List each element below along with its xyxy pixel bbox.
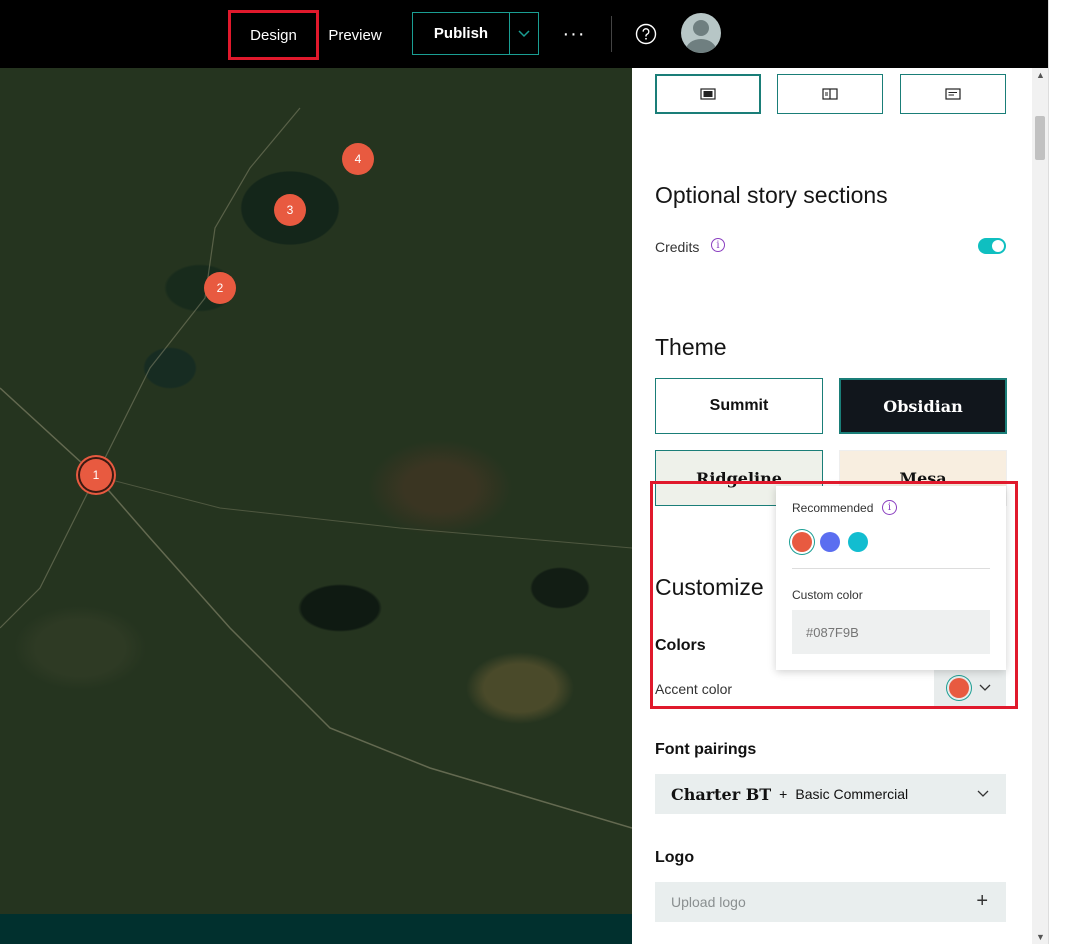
preview-tab[interactable]: Preview	[322, 12, 388, 58]
info-icon[interactable]: i	[882, 500, 897, 515]
color-swatch-red[interactable]	[792, 532, 812, 552]
layout-sidecar-icon	[822, 88, 838, 100]
color-swatch-cyan[interactable]	[848, 532, 868, 552]
user-avatar-icon	[686, 20, 716, 53]
accent-color-swatch	[949, 678, 969, 698]
credits-toggle[interactable]	[978, 238, 1006, 254]
upload-logo-button[interactable]: Upload logo +	[655, 882, 1006, 922]
panel-scrollbar[interactable]: ▲ ▼	[1032, 68, 1048, 944]
map-marker-2[interactable]: 2	[204, 272, 236, 304]
chevron-down-icon	[979, 684, 991, 691]
help-button[interactable]	[632, 20, 660, 48]
accent-color-popover: Recommended i Custom color	[776, 486, 1006, 670]
logo-heading: Logo	[655, 849, 695, 866]
publish-button-group: Publish	[412, 12, 539, 55]
map-marker-4[interactable]: 4	[342, 143, 374, 175]
popover-divider	[792, 568, 990, 569]
design-tab[interactable]: Design	[228, 10, 319, 60]
window-edge	[1048, 0, 1065, 944]
toolbar-divider	[611, 16, 612, 52]
publish-options-button[interactable]	[510, 13, 538, 54]
accent-color-label: Accent color	[655, 681, 733, 697]
custom-color-input[interactable]	[792, 610, 990, 654]
layout-docked-icon	[945, 88, 961, 100]
layout-full-icon	[700, 88, 716, 100]
colors-label: Colors	[655, 637, 706, 654]
recommended-label: Recommended	[792, 501, 874, 515]
font-secondary-label: Basic Commercial	[795, 786, 909, 802]
info-icon[interactable]: i	[711, 238, 725, 252]
more-options-button[interactable]: ···	[556, 16, 592, 52]
customize-heading: Customize	[655, 574, 764, 600]
accent-color-picker[interactable]	[934, 669, 1006, 707]
theme-summit[interactable]: Summit	[655, 378, 823, 434]
layout-option-docked[interactable]	[900, 74, 1006, 114]
custom-color-label: Custom color	[792, 588, 863, 602]
help-circle-icon	[635, 23, 657, 45]
layout-option-full[interactable]	[655, 74, 761, 114]
map-footer-bar	[0, 914, 632, 944]
map-view[interactable]: 1 2 3 4	[0, 68, 632, 944]
chevron-down-icon	[518, 29, 530, 37]
credits-label: Credits	[655, 239, 700, 255]
theme-obsidian[interactable]: Obsidian	[839, 378, 1007, 434]
map-marker-3[interactable]: 3	[274, 194, 306, 226]
scroll-up-icon[interactable]: ▲	[1036, 70, 1045, 80]
layout-option-sidecar[interactable]	[777, 74, 883, 114]
scroll-down-icon[interactable]: ▼	[1036, 932, 1045, 942]
theme-heading: Theme	[655, 334, 727, 360]
top-bar: Design Preview Publish ···	[0, 0, 1048, 68]
upload-logo-label: Upload logo	[671, 894, 746, 910]
chevron-down-icon	[977, 790, 989, 797]
publish-button[interactable]: Publish	[413, 13, 510, 54]
optional-sections-heading: Optional story sections	[655, 182, 888, 208]
scroll-thumb[interactable]	[1035, 116, 1045, 160]
plus-icon: +	[976, 890, 988, 912]
font-plus-label: +	[779, 786, 788, 802]
color-swatch-blue[interactable]	[820, 532, 840, 552]
map-marker-1[interactable]: 1	[80, 459, 112, 491]
user-avatar[interactable]	[681, 13, 721, 53]
font-pairing-select[interactable]: Charter BT + Basic Commercial	[655, 774, 1006, 814]
font-pairings-heading: Font pairings	[655, 741, 757, 758]
font-primary-label: Charter BT	[671, 784, 772, 804]
map-roads	[0, 107, 632, 829]
